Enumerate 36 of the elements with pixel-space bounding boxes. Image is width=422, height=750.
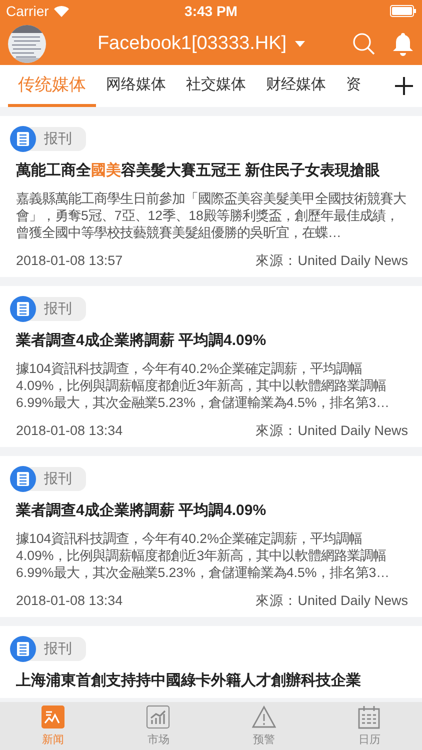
category-tab[interactable]: 资	[336, 65, 371, 107]
article-summary: 據104資訊科技調查，今年有40.2%企業確定調薪，平均調幅4.09%，比例與調薪幅度都創近3年新高，其中以軟體網路業調幅6.99%最大，其次金融業5.23%，倉儲運輸業為4.5%，排名第3…	[16, 360, 390, 411]
article-date: 2018-01-08 13:34	[16, 593, 123, 609]
battery-icon	[390, 5, 416, 17]
chart-icon	[146, 705, 170, 729]
category-tab[interactable]: 财经媒体	[256, 65, 336, 107]
status-time: 3:43 PM	[184, 3, 238, 19]
article-card[interactable]: 报刊 萬能工商全國美容美髮大賽五冠王 新住民子女表現搶眼 嘉義縣萬能工商學生日前參加「國際盃美容美髮美甲全國技術競賽大會」，勇奪5冠、7亞、12季、18殿等勝利獎盃，創歷年最佳成績，曾獲全國中等學校技藝競賽美髮組優勝的吳昕宜，在蝶… 2018-01-08 13:57 來源：United Daily News	[0, 116, 422, 277]
carrier-label: Carrier	[6, 3, 49, 19]
calendar-icon	[357, 705, 382, 729]
article-date: 2018-01-08 13:34	[16, 423, 123, 439]
bell-icon[interactable]	[392, 32, 414, 56]
search-icon[interactable]	[352, 32, 376, 56]
article-source: 來源：United Daily News	[256, 593, 408, 609]
article-card[interactable]: 报刊 業者調查4成企業將調薪 平均調4.09% 據104資訊科技調查，今年有40.2%企業確定調薪，平均調幅4.09%，比例與調薪幅度都創近3年新高，其中以軟體網路業調幅6.99%最大，其次金融業5.23%，倉儲運輸業為4.5%，排名第3… 2018-01-08 13:34 來源：United Daily News	[0, 456, 422, 617]
list-icon	[10, 126, 36, 152]
article-headline: 上海浦東首創支持持中國綠卡外籍人才創辦科技企業	[16, 672, 362, 690]
article-card[interactable]: 报刊 上海浦東首創支持持中國綠卡外籍人才創辦科技企業	[0, 626, 422, 698]
caret-icon	[294, 40, 305, 46]
article-card[interactable]: 报刊 業者調查4成企業將調薪 平均調4.09% 據104資訊科技調查，今年有40.2%企業確定調薪，平均調幅4.09%，比例與調薪幅度都創近3年新高，其中以軟體網路業調幅6.99%最大，其次金融業5.23%，倉儲運輸業為4.5%，排名第3… 2018-01-08 13:34 來源：United Daily News	[0, 286, 422, 447]
list-icon	[10, 636, 36, 662]
category-tab[interactable]: 社交媒体	[176, 65, 256, 107]
warning-icon	[252, 705, 276, 729]
article-headline: 萬能工商全國美容美髮大賽五冠王 新住民子女表現搶眼	[16, 162, 382, 180]
article-source: 來源：United Daily News	[256, 423, 408, 439]
article-summary: 據104資訊科技調查，今年有40.2%企業確定調薪，平均調幅4.09%，比例與調薪幅度都創近3年新高，其中以軟體網路業調幅6.99%最大，其次金融業5.23%，倉儲運輸業為4.5%，排名第3…	[16, 530, 390, 581]
news-icon	[40, 705, 65, 729]
article-headline: 業者調查4成企業將調薪 平均調4.09%	[16, 502, 268, 520]
list-icon	[10, 296, 36, 322]
article-headline: 業者調查4成企業將調薪 平均調4.09%	[16, 332, 268, 350]
article-summary: 嘉義縣萬能工商學生日前參加「國際盃美容美髮美甲全國技術競賽大會」，勇奪5冠、7亞、12季、18殿等勝利獎盃，創歷年最佳成績，曾獲全國中等學校技藝競賽美髮組優勝的吳昕宜，在蝶…	[16, 190, 407, 241]
category-tab[interactable]: 网络媒体	[96, 65, 176, 107]
article-date: 2018-01-08 13:57	[16, 253, 123, 269]
wifi-icon	[54, 6, 69, 16]
article-source: 來源：United Daily News	[256, 253, 408, 269]
list-icon	[10, 466, 36, 492]
